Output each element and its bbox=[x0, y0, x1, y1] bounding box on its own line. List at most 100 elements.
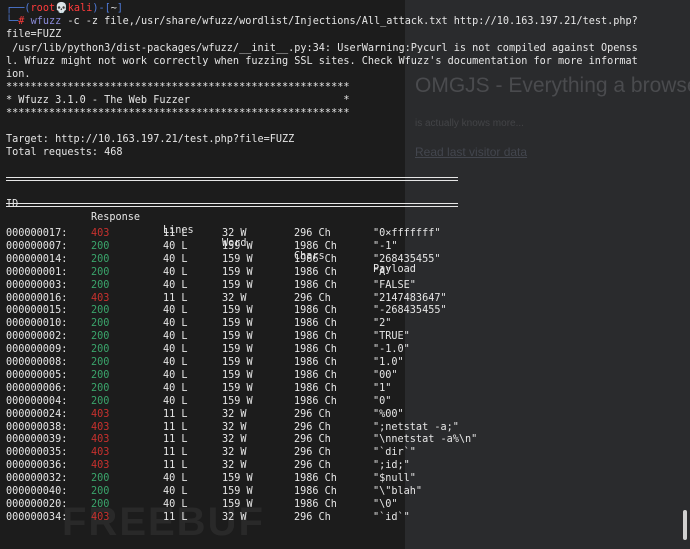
row-id: 000000036: bbox=[6, 460, 68, 472]
row-id: 000000040: bbox=[6, 486, 68, 497]
row-response-code: 200 bbox=[91, 331, 110, 343]
row-lines: 40 L bbox=[163, 382, 188, 394]
row-payload: "A" bbox=[373, 266, 392, 278]
table-row: 000000010: 200 40 L 159 W 1986 Ch "2" bbox=[6, 317, 466, 330]
row-response-code: 403 bbox=[91, 447, 110, 459]
row-id: 000000038: bbox=[6, 421, 68, 433]
row-payload: "00" bbox=[373, 369, 398, 381]
row-lines: 40 L bbox=[163, 279, 188, 291]
row-payload: "-268435455" bbox=[373, 305, 447, 317]
table-rule bbox=[6, 177, 458, 178]
row-id: 000000009: bbox=[6, 344, 68, 356]
row-chars: 1986 Ch bbox=[294, 240, 337, 252]
prompt-user: root💀kali bbox=[30, 3, 93, 14]
row-id: 000000004: bbox=[6, 395, 68, 407]
row-id: 000000017: bbox=[6, 228, 68, 239]
table-row: 000000006: 200 40 L 159 W 1986 Ch "1" bbox=[6, 382, 466, 395]
table-row: 000000035: 403 11 L 32 W 296 Ch "`dir`" bbox=[6, 446, 466, 459]
table-row: 000000024: 403 11 L 32 W 296 Ch "%00" bbox=[6, 408, 466, 421]
row-response-code: 200 bbox=[91, 279, 110, 291]
row-payload: ";id;" bbox=[373, 460, 410, 472]
row-id: 000000020: bbox=[6, 498, 68, 510]
row-chars: 1986 Ch bbox=[294, 473, 337, 485]
row-payload: "FALSE" bbox=[373, 279, 416, 291]
row-response-code: 200 bbox=[91, 369, 110, 381]
table-row: 000000004: 200 40 L 159 W 1986 Ch "0" bbox=[6, 395, 466, 408]
row-response-code: 403 bbox=[91, 228, 110, 239]
row-response-code: 403 bbox=[91, 511, 110, 523]
row-id: 000000039: bbox=[6, 434, 68, 446]
target-line: Target: http://10.163.197.21/test.php?fi… bbox=[6, 134, 295, 145]
row-lines: 11 L bbox=[163, 434, 188, 446]
table-rule bbox=[6, 180, 458, 181]
row-chars: 296 Ch bbox=[294, 228, 331, 239]
row-chars: 296 Ch bbox=[294, 460, 331, 472]
row-word: 159 W bbox=[222, 473, 253, 485]
row-id: 000000007: bbox=[6, 240, 68, 252]
row-chars: 1986 Ch bbox=[294, 498, 337, 510]
row-id: 000000010: bbox=[6, 318, 68, 330]
header-response: Response bbox=[91, 212, 141, 223]
row-response-code: 200 bbox=[91, 266, 110, 278]
row-payload: "1" bbox=[373, 382, 392, 394]
row-word: 159 W bbox=[222, 344, 253, 356]
row-payload: ";netstat -a;" bbox=[373, 421, 459, 433]
prompt-prefix: └─ bbox=[6, 16, 19, 27]
row-id: 000000002: bbox=[6, 331, 68, 343]
row-payload: "2147483647" bbox=[373, 292, 447, 304]
total-requests-line: Total requests: 468 bbox=[6, 147, 123, 158]
scrollbar-thumb[interactable] bbox=[683, 510, 687, 540]
row-payload: "0" bbox=[373, 395, 392, 407]
row-response-code: 200 bbox=[91, 382, 110, 394]
row-chars: 296 Ch bbox=[294, 408, 331, 420]
row-id: 000000024: bbox=[6, 408, 68, 420]
row-word: 32 W bbox=[222, 421, 247, 433]
row-word: 159 W bbox=[222, 331, 253, 343]
row-lines: 40 L bbox=[163, 344, 188, 356]
row-payload: "$null" bbox=[373, 473, 416, 485]
prompt-bracket: ] bbox=[116, 3, 123, 14]
row-word: 159 W bbox=[222, 266, 253, 278]
row-id: 000000006: bbox=[6, 382, 68, 394]
row-chars: 1986 Ch bbox=[294, 331, 337, 343]
background-page-subtitle: is actually knows more... bbox=[415, 118, 524, 129]
table-row: 000000020: 200 40 L 159 W 1986 Ch "\0" bbox=[6, 498, 466, 511]
table-row: 000000040: 200 40 L 159 W 1986 Ch "\"blah" bbox=[6, 485, 466, 498]
row-chars: 1986 Ch bbox=[294, 369, 337, 381]
row-id: 000000016: bbox=[6, 292, 68, 304]
row-lines: 40 L bbox=[163, 331, 188, 343]
row-payload: "2" bbox=[373, 318, 392, 330]
background-page-title: OMGJS - Everything a browser bbox=[415, 74, 690, 97]
row-payload: "TRUE" bbox=[373, 331, 410, 343]
command-args: -c -z file,/usr/share/wfuzz/wordlist/Inj… bbox=[61, 16, 638, 27]
table-row: 000000015: 200 40 L 159 W 1986 Ch "-268435455… bbox=[6, 304, 466, 317]
table-row: 000000034: 403 11 L 32 W 296 Ch "`id`" bbox=[6, 511, 466, 524]
row-id: 000000003: bbox=[6, 279, 68, 291]
row-payload: "0×fffffff" bbox=[373, 228, 441, 239]
prompt-symbol: # bbox=[18, 16, 25, 27]
row-chars: 296 Ch bbox=[294, 511, 331, 523]
row-lines: 40 L bbox=[163, 240, 188, 252]
row-id: 000000001: bbox=[6, 266, 68, 278]
row-word: 159 W bbox=[222, 240, 253, 252]
row-lines: 40 L bbox=[163, 395, 188, 407]
row-lines: 11 L bbox=[163, 421, 188, 433]
warning-line: ion. bbox=[6, 69, 31, 80]
row-word: 159 W bbox=[222, 382, 253, 394]
row-response-code: 200 bbox=[91, 395, 110, 407]
header-id: ID bbox=[6, 199, 19, 210]
row-payload: "\0" bbox=[373, 498, 398, 510]
row-response-code: 200 bbox=[91, 486, 110, 497]
table-row: 000000039: 403 11 L 32 W 296 Ch "\nnetstat -a… bbox=[6, 433, 477, 446]
row-chars: 296 Ch bbox=[294, 447, 331, 459]
row-chars: 1986 Ch bbox=[294, 357, 337, 368]
row-response-code: 200 bbox=[91, 344, 110, 356]
row-lines: 40 L bbox=[163, 253, 188, 265]
row-word: 159 W bbox=[222, 357, 253, 368]
background-page-link[interactable]: Read last visitor data bbox=[415, 145, 527, 159]
row-word: 159 W bbox=[222, 279, 253, 291]
table-row: 000000005: 200 40 L 159 W 1986 Ch "00" bbox=[6, 369, 466, 382]
row-response-code: 403 bbox=[91, 408, 110, 420]
banner-title: * Wfuzz 3.1.0 - The Web Fuzzer * bbox=[6, 95, 350, 106]
row-lines: 40 L bbox=[163, 318, 188, 330]
